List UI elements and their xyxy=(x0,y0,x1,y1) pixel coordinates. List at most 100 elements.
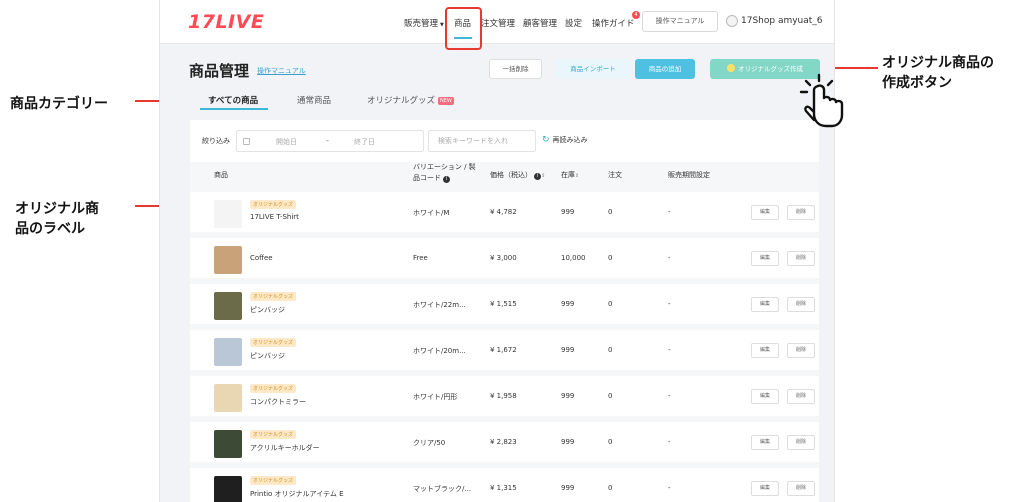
nav-customers[interactable]: 顧客管理 xyxy=(523,17,557,29)
header-orders: 注文 xyxy=(608,171,622,179)
calendar-icon xyxy=(243,138,250,145)
tab-original-goods[interactable]: オリジナルグッズ NEW xyxy=(367,94,454,106)
annotation-label-line2: 品のラベル xyxy=(15,221,85,237)
add-product-button[interactable]: 商品の追加 xyxy=(635,59,695,79)
filter-label: 絞り込み xyxy=(202,137,230,145)
product-thumbnail xyxy=(214,200,242,228)
table-header: 商品 バリエーション / 製品コード i 価格（税込） i ⇕ 在庫⇕ 注文 販売… xyxy=(190,162,819,190)
product-stock: 999 xyxy=(561,208,575,216)
product-sales-period: - xyxy=(668,300,671,308)
table-row[interactable]: オリジナルグッズ ピンバッジ ホワイト/22m... ¥ 1,515 999 0 - 編集 削除 xyxy=(190,284,819,324)
header-price[interactable]: 価格（税込） i ⇕ xyxy=(490,170,545,182)
sort-icon[interactable]: ⇕ xyxy=(575,173,579,179)
delete-button[interactable]: 削除 xyxy=(787,389,815,404)
user-avatar-icon[interactable] xyxy=(726,15,738,27)
import-button[interactable]: 商品インポート xyxy=(556,59,630,79)
original-goods-label: オリジナルグッズ xyxy=(250,292,297,301)
reload-label: 再読み込み xyxy=(552,136,588,144)
filter-bar: 絞り込み 開始日 - 終了日 検索キーワードを入れ ↻ 再読み込み xyxy=(190,120,819,162)
product-name[interactable]: アクリルキーホルダー xyxy=(250,443,320,453)
header-variation-line2: 品コード i xyxy=(413,173,476,184)
product-sales-period: - xyxy=(668,346,671,354)
delete-button[interactable]: 削除 xyxy=(787,435,815,450)
product-name[interactable]: ピンバッジ xyxy=(250,351,285,361)
search-input[interactable]: 検索キーワードを入れ xyxy=(428,130,536,152)
logo[interactable]: 17LIVE xyxy=(188,11,264,33)
original-goods-label: オリジナルグッズ xyxy=(250,384,297,393)
edit-button[interactable]: 編集 xyxy=(751,481,779,496)
product-name[interactable]: コンパクトミラー xyxy=(250,397,306,407)
product-variation: ホワイト/20m... xyxy=(413,347,466,355)
new-badge: NEW xyxy=(438,97,454,105)
delete-button[interactable]: 削除 xyxy=(787,343,815,358)
product-name[interactable]: Printio オリジナルアイテム E xyxy=(250,489,344,499)
info-icon[interactable]: i xyxy=(443,176,451,183)
username[interactable]: 17Shop amyuat_6 xyxy=(741,16,823,26)
product-thumbnail xyxy=(214,338,242,366)
product-variation: マットブラック/... xyxy=(413,485,472,493)
manual-button[interactable]: 操作マニュアル xyxy=(642,11,718,32)
product-orders: 0 xyxy=(608,300,613,308)
reload-button[interactable]: ↻ 再読み込み xyxy=(542,135,588,145)
star-icon xyxy=(727,64,735,72)
product-thumbnail xyxy=(214,292,242,320)
page-manual-link[interactable]: 操作マニュアル xyxy=(257,66,306,76)
tab-all-products[interactable]: すべての商品 xyxy=(208,94,258,106)
table-row[interactable]: Coffee Free ¥ 3,000 10,000 0 - 編集 削除 xyxy=(190,238,819,278)
edit-button[interactable]: 編集 xyxy=(751,435,779,450)
header-price-label: 価格（税込） xyxy=(490,171,532,179)
app-window: 17LIVE 販売管理 ▼ 商品 注文管理 顧客管理 設定 操作ガイド 4 操作マ… xyxy=(159,0,835,502)
product-price: ¥ 3,000 xyxy=(490,254,517,262)
product-price: ¥ 4,782 xyxy=(490,208,517,216)
product-sales-period: - xyxy=(668,484,671,492)
nav-orders[interactable]: 注文管理 xyxy=(481,17,515,29)
product-price: ¥ 2,823 xyxy=(490,438,517,446)
edit-button[interactable]: 編集 xyxy=(751,205,779,220)
edit-button[interactable]: 編集 xyxy=(751,343,779,358)
product-orders: 0 xyxy=(608,346,613,354)
product-stock: 999 xyxy=(561,300,575,308)
delete-button[interactable]: 削除 xyxy=(787,205,815,220)
annotation-label-line1: オリジナル商 xyxy=(15,201,99,217)
sort-icon[interactable]: ⇕ xyxy=(541,173,545,179)
tab-regular-products[interactable]: 通常商品 xyxy=(297,94,331,106)
bulk-delete-button[interactable]: 一括削除 xyxy=(489,59,542,79)
original-goods-label: オリジナルグッズ xyxy=(250,200,297,209)
top-header: 17LIVE 販売管理 ▼ 商品 注文管理 顧客管理 設定 操作ガイド 4 操作マ… xyxy=(160,0,834,44)
delete-button[interactable]: 削除 xyxy=(787,297,815,312)
annotation-create-line2: 作成ボタン xyxy=(882,75,952,91)
delete-button[interactable]: 削除 xyxy=(787,251,815,266)
edit-button[interactable]: 編集 xyxy=(751,389,779,404)
product-name[interactable]: 17LIVE T-Shirt xyxy=(250,213,299,221)
edit-button[interactable]: 編集 xyxy=(751,297,779,312)
date-separator: - xyxy=(326,136,329,145)
nav-guide[interactable]: 操作ガイド xyxy=(592,17,635,29)
product-sales-period: - xyxy=(668,208,671,216)
nav-sales-label: 販売管理 xyxy=(404,19,439,29)
edit-button[interactable]: 編集 xyxy=(751,251,779,266)
end-date-placeholder: 終了日 xyxy=(354,138,375,146)
delete-button[interactable]: 削除 xyxy=(787,481,815,496)
product-sales-period: - xyxy=(668,254,671,262)
product-price: ¥ 1,315 xyxy=(490,484,517,492)
original-goods-label: オリジナルグッズ xyxy=(250,430,297,439)
header-stock[interactable]: 在庫⇕ xyxy=(561,170,579,182)
table-row[interactable]: オリジナルグッズ ピンバッジ ホワイト/20m... ¥ 1,672 999 0 - 編集 削除 xyxy=(190,330,819,370)
nav-sales[interactable]: 販売管理 ▼ xyxy=(404,17,444,29)
header-variation-line1: バリエーション / 製 xyxy=(413,163,476,171)
product-price: ¥ 1,515 xyxy=(490,300,517,308)
table-row[interactable]: オリジナルグッズ コンパクトミラー ホワイト/円形 ¥ 1,958 999 0 - 編集 削除 xyxy=(190,376,819,416)
product-stock: 999 xyxy=(561,484,575,492)
product-variation: ホワイト/円形 xyxy=(413,393,458,401)
hand-pointer-icon xyxy=(799,73,844,128)
product-name[interactable]: ピンバッジ xyxy=(250,305,285,315)
nav-settings[interactable]: 設定 xyxy=(565,17,582,29)
table-row[interactable]: オリジナルグッズ 17LIVE T-Shirt ホワイト/M ¥ 4,782 999 0 -… xyxy=(190,192,819,232)
create-original-goods-label: オリジナルグッズ作成 xyxy=(738,65,803,73)
table-row[interactable]: オリジナルグッズ Printio オリジナルアイテム E マットブラック/... ¥ … xyxy=(190,468,819,502)
table-row[interactable]: オリジナルグッズ アクリルキーホルダー クリア/50 ¥ 2,823 999 0 - 編集 削除 xyxy=(190,422,819,462)
product-variation: ホワイト/M xyxy=(413,209,450,217)
header-stock-label: 在庫 xyxy=(561,171,575,179)
product-name[interactable]: Coffee xyxy=(250,254,273,262)
date-range-input[interactable]: 開始日 - 終了日 xyxy=(236,130,424,152)
